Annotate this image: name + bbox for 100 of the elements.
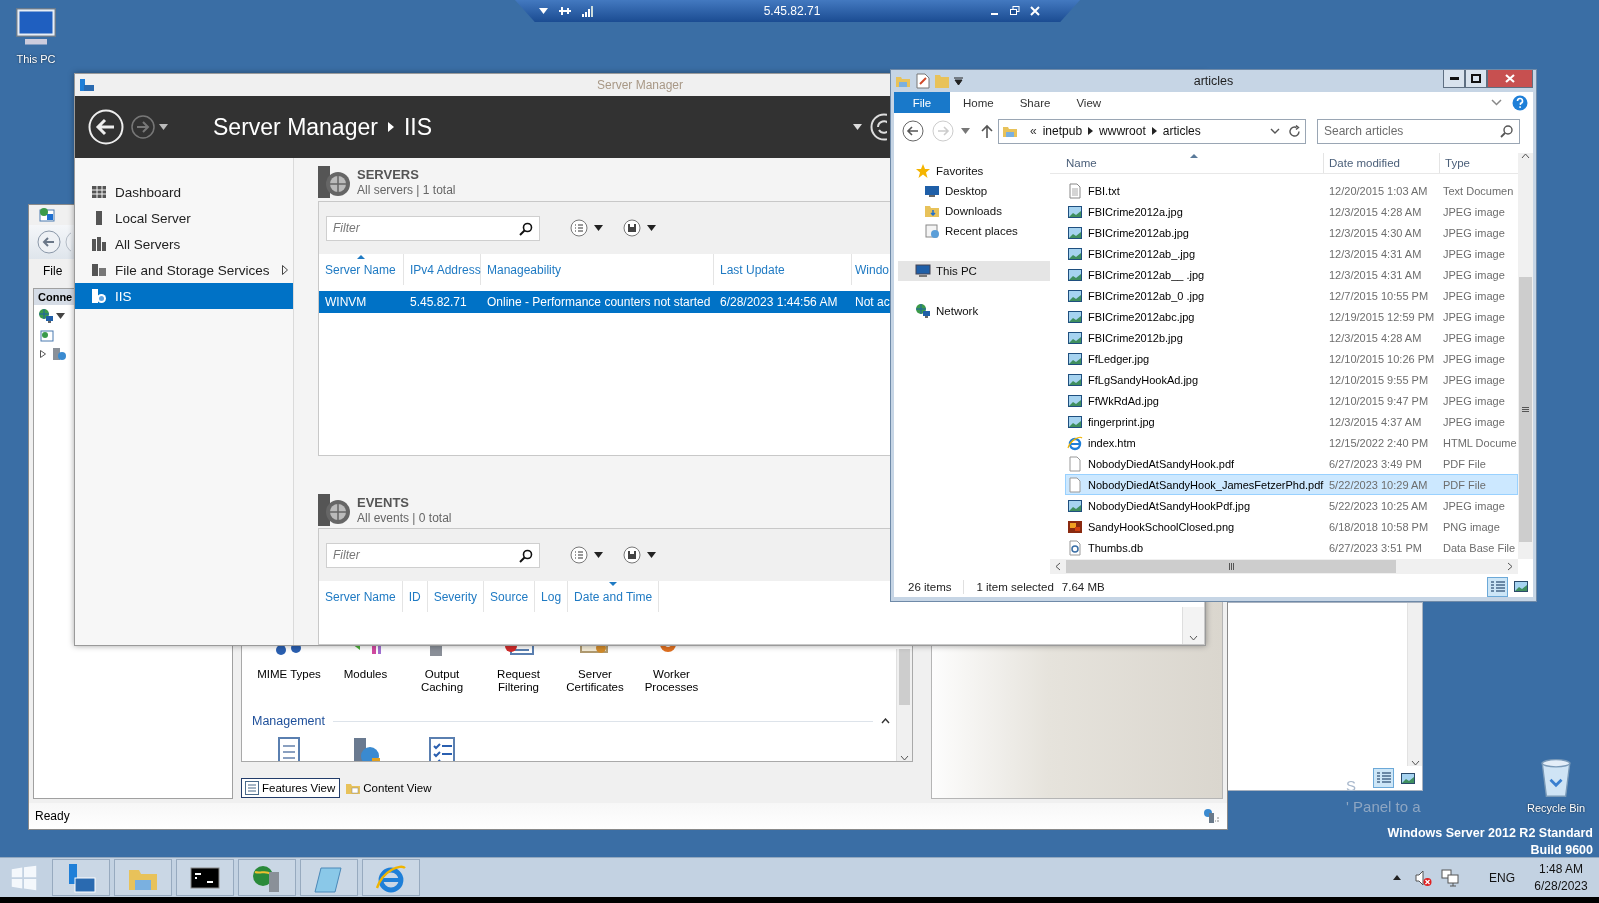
caret-icon[interactable] [56, 313, 65, 319]
list-options-button[interactable] [570, 219, 588, 237]
desktop-icon-label[interactable]: Recycle Bin [1526, 802, 1586, 814]
properties-icon[interactable] [916, 73, 930, 89]
chevron-down-icon[interactable] [1189, 635, 1198, 641]
file-row[interactable]: NobodyDiedAtSandyHook_JamesFetzerPhd.pdf 5/22/2023 10:29 AM PDF File [1065, 474, 1518, 495]
caret-icon[interactable] [539, 8, 548, 14]
ribbon-tab[interactable]: File [894, 92, 950, 113]
expand-arrow-icon[interactable] [40, 350, 46, 358]
column-header[interactable]: Last Update [714, 254, 852, 285]
caret-icon[interactable] [853, 124, 862, 130]
segment-arrow-icon[interactable] [1151, 127, 1157, 135]
collapse-caret-icon[interactable] [881, 718, 890, 724]
column-header[interactable]: Manageability [481, 254, 714, 285]
chevron-up-icon[interactable] [1521, 153, 1530, 159]
caret-icon[interactable] [594, 225, 603, 231]
save-options-button[interactable] [623, 546, 641, 564]
recent-locations-caret-icon[interactable] [961, 128, 970, 134]
scrollbar[interactable] [1518, 153, 1533, 559]
file-row[interactable]: FBI.txt 12/20/2015 1:03 AM Text Documen [1065, 180, 1518, 201]
address-segment[interactable]: articles [1162, 124, 1201, 138]
file-row[interactable]: FfLedger.jpg 12/10/2015 10:26 PM JPEG image [1065, 348, 1518, 369]
search-icon[interactable] [519, 221, 533, 236]
file-row[interactable]: fingerprint.jpg 12/3/2015 4:37 AM JPEG image [1065, 411, 1518, 432]
nav-item[interactable]: Desktop [898, 181, 1050, 201]
feature-label[interactable]: Modules [343, 668, 388, 681]
nav-item[interactable]: All Servers [75, 231, 293, 257]
scrollbar[interactable] [1050, 559, 1518, 574]
clock-date[interactable]: 6/28/2023 [1534, 877, 1588, 895]
column-header[interactable]: Windo [852, 254, 890, 285]
address-dropdown-icon[interactable] [1270, 128, 1280, 134]
back-button[interactable] [902, 120, 924, 142]
server-node-icon[interactable] [52, 347, 66, 361]
scrollbar[interactable] [1182, 607, 1204, 644]
chevron-down-icon[interactable] [1410, 760, 1420, 766]
file-row[interactable]: NobodyDiedAtSandyHook.pdf 6/27/2023 3:49 PM PDF File [1065, 453, 1518, 474]
caret-icon[interactable] [594, 552, 603, 558]
desktop-icon-label[interactable]: This PC [16, 53, 56, 65]
nav-item[interactable]: File and Storage Services [75, 257, 293, 283]
feature-label[interactable]: MIME Types [257, 668, 321, 681]
column-header[interactable]: Name [1065, 153, 1324, 173]
feature-label[interactable]: Worker Processes [634, 668, 709, 694]
nav-item[interactable]: Recent places [898, 221, 1050, 241]
start-page-icon[interactable] [40, 329, 54, 343]
column-header[interactable]: Date modified [1324, 153, 1440, 173]
pin-button[interactable] [558, 5, 572, 17]
file-row[interactable]: FBICrime2012ab_0 .jpg 12/7/2015 10:55 PM JPEG image [1065, 285, 1518, 306]
file-row[interactable]: FfWkRdAd.jpg 12/10/2015 9:47 PM JPEG image [1065, 390, 1518, 411]
view-tab[interactable]: Content View [342, 778, 437, 798]
close-button[interactable] [1487, 70, 1533, 88]
breadcrumb-link[interactable]: Server Manager [213, 113, 378, 141]
overflow-chevron[interactable]: « [1030, 124, 1037, 138]
file-row[interactable]: FBICrime2012ab__ .jpg 12/3/2015 4:31 AM JPEG image [1065, 264, 1518, 285]
file-row[interactable]: FBICrime2012ab_.jpg 12/3/2015 4:31 AM JPEG image [1065, 243, 1518, 264]
file-row[interactable]: Thumbs.db 6/27/2023 3:51 PM Data Base File [1065, 537, 1518, 558]
breadcrumb-link[interactable]: IIS [403, 113, 433, 141]
caret-icon[interactable] [647, 225, 656, 231]
nav-item[interactable]: Downloads [898, 201, 1050, 221]
clock-time[interactable]: 1:48 AM [1539, 860, 1583, 878]
column-header[interactable]: Severity [427, 581, 485, 612]
refresh-button[interactable] [870, 113, 887, 141]
feature-label[interactable]: Server Certificates [558, 668, 632, 694]
help-icon[interactable] [1512, 94, 1528, 111]
chevron-down-icon[interactable] [900, 755, 909, 761]
minimize-button[interactable] [1443, 70, 1465, 88]
file-row[interactable]: FBICrime2012abc.jpg 12/19/2015 12:59 PM JPEG image [1065, 306, 1518, 327]
language-indicator[interactable]: ENG [1489, 870, 1515, 885]
maximize-button[interactable] [1465, 70, 1487, 88]
customize-caret-icon[interactable] [954, 77, 963, 85]
save-options-button[interactable] [623, 219, 641, 237]
column-header[interactable]: IPv4 Address [404, 254, 481, 285]
feature-label[interactable]: Output Caching [405, 668, 479, 694]
file-row[interactable]: FfLgSandyHookAd.jpg 12/10/2015 9:55 PM JPEG image [1065, 369, 1518, 390]
column-header[interactable]: Server Name [319, 581, 403, 612]
search-icon[interactable] [519, 548, 533, 563]
caret-icon[interactable] [647, 552, 656, 558]
column-header[interactable]: Date and Time [568, 581, 660, 612]
column-header[interactable]: Source [484, 581, 536, 612]
file-row[interactable]: FBICrime2012a.jpg 12/3/2015 4:28 AM JPEG image [1065, 201, 1518, 222]
filter-field[interactable]: Filter [326, 542, 540, 568]
ribbon-tab[interactable]: Share [1006, 92, 1064, 113]
address-segment[interactable]: wwwroot [1099, 124, 1146, 138]
search-field[interactable]: Search articles [1317, 118, 1520, 144]
column-header[interactable]: Log [535, 581, 569, 612]
list-options-button[interactable] [570, 546, 588, 564]
history-caret-icon[interactable] [159, 124, 168, 130]
column-header[interactable]: Type [1440, 153, 1516, 173]
nav-item[interactable]: Local Server [75, 205, 293, 231]
column-header[interactable]: Server Name [319, 254, 404, 285]
up-arrow-button[interactable] [981, 124, 993, 138]
file-row[interactable]: FBICrime2012b.jpg 12/3/2015 4:28 AM JPEG image [1065, 327, 1518, 348]
scrollbar[interactable] [1407, 603, 1422, 766]
column-header[interactable]: ID [402, 581, 428, 612]
address-bar[interactable]: « inetpub wwwroot articles [998, 118, 1306, 144]
refresh-icon[interactable] [1288, 124, 1301, 138]
ribbon-tab[interactable]: Home [950, 92, 1007, 113]
muted-speaker-icon[interactable] [1414, 868, 1432, 887]
network-icon[interactable] [1441, 868, 1459, 887]
nav-item[interactable]: Dashboard [75, 179, 293, 205]
ribbon-tab[interactable]: View [1063, 92, 1115, 113]
